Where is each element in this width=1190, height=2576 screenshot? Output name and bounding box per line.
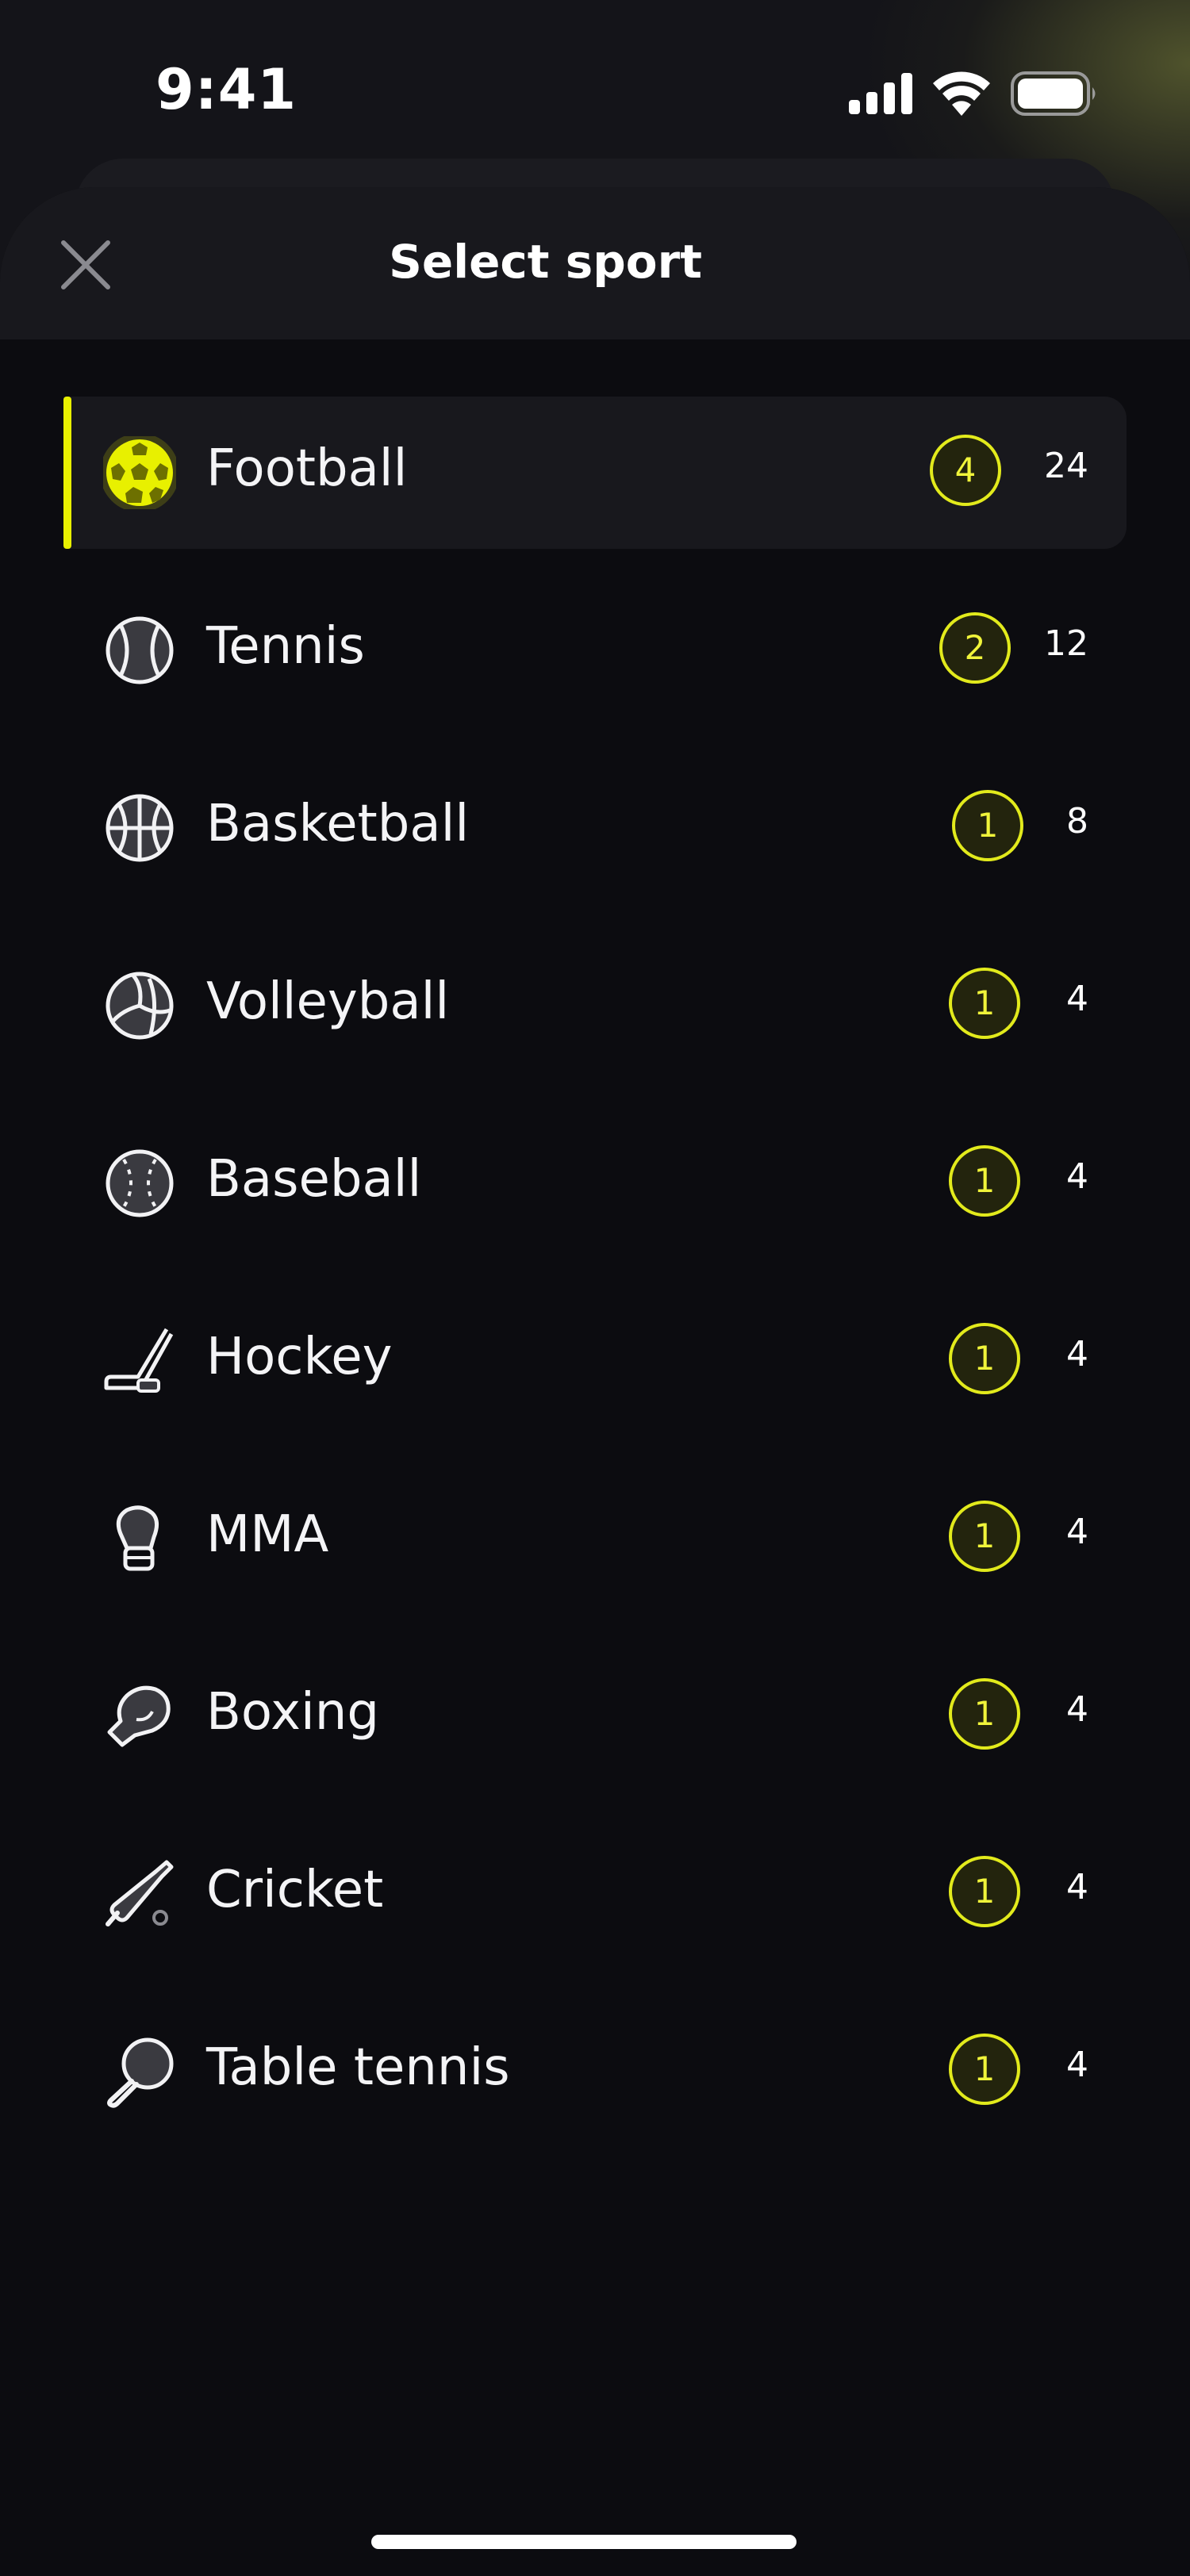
hockey-stick-icon [104, 1328, 174, 1393]
sport-label: Basketball [206, 795, 470, 853]
sport-label: Table tennis [206, 2038, 510, 2097]
live-count-badge: 1 [949, 1145, 1020, 1217]
cellular-signal-icon [849, 73, 912, 114]
sport-row-hockey[interactable]: Hockey 1 4 [63, 1285, 1127, 1437]
sport-row-volleyball[interactable]: Volleyball 1 4 [63, 930, 1127, 1082]
selected-indicator [63, 397, 71, 549]
sheet-header: Select sport [0, 187, 1190, 339]
live-count-badge: 1 [949, 1323, 1020, 1394]
volleyball-icon [106, 972, 174, 1040]
sport-label: Tennis [206, 617, 365, 676]
sport-row-football[interactable]: Football 4 24 [63, 397, 1127, 549]
sport-row-baseball[interactable]: Baseball 1 4 [63, 1107, 1127, 1259]
sport-row-mma[interactable]: MMA 1 4 [63, 1462, 1127, 1615]
status-time: 9:41 [155, 57, 298, 122]
event-count: 4 [1066, 1689, 1088, 1730]
sport-label: Football [206, 439, 408, 498]
table-tennis-paddle-icon [107, 2037, 174, 2108]
event-count: 4 [1066, 1334, 1088, 1374]
sport-label: Volleyball [206, 972, 450, 1031]
sport-label: MMA [206, 1505, 329, 1564]
event-count: 4 [1066, 2045, 1088, 2085]
sport-row-cricket[interactable]: Cricket 1 4 [63, 1818, 1127, 1970]
event-count: 24 [1044, 446, 1088, 486]
cricket-bat-icon [106, 1860, 174, 1926]
event-count: 4 [1066, 1512, 1088, 1552]
live-count-badge: 1 [949, 1678, 1020, 1750]
tennis-ball-icon [106, 616, 174, 684]
sport-label: Boxing [206, 1683, 379, 1742]
live-count-badge: 1 [952, 790, 1023, 861]
battery-icon [1011, 71, 1096, 116]
live-count-badge: 1 [949, 1856, 1020, 1927]
basketball-icon [106, 794, 174, 862]
sport-label: Cricket [206, 1861, 384, 1919]
sport-label: Baseball [206, 1150, 422, 1209]
event-count: 4 [1066, 1156, 1088, 1197]
live-count-badge: 2 [939, 612, 1011, 684]
sheet-title: Select sport [389, 235, 702, 289]
baseball-icon [106, 1149, 174, 1217]
event-count: 8 [1066, 801, 1088, 841]
football-icon [103, 436, 176, 509]
mma-glove-icon [116, 1505, 159, 1571]
event-count: 4 [1066, 1867, 1088, 1907]
sport-label: Hockey [206, 1328, 393, 1386]
live-count-badge: 1 [949, 2034, 1020, 2105]
home-indicator[interactable] [371, 2535, 797, 2549]
status-bar: 9:41 [0, 0, 1190, 182]
boxing-glove-icon [107, 1685, 171, 1747]
sport-row-tennis[interactable]: Tennis 2 12 [63, 574, 1127, 726]
sport-row-boxing[interactable]: Boxing 1 4 [63, 1640, 1127, 1792]
sport-row-table-tennis[interactable]: Table tennis 1 4 [63, 1995, 1127, 2148]
wifi-icon [933, 71, 990, 116]
select-sport-sheet: Select sport Football 4 24 Tennis 2 12 B… [0, 187, 1190, 2576]
live-count-badge: 4 [930, 435, 1001, 506]
event-count: 4 [1066, 979, 1088, 1019]
live-count-badge: 1 [949, 968, 1020, 1039]
sport-row-basketball[interactable]: Basketball 1 8 [63, 752, 1127, 904]
live-count-badge: 1 [949, 1501, 1020, 1572]
event-count: 12 [1044, 623, 1088, 664]
